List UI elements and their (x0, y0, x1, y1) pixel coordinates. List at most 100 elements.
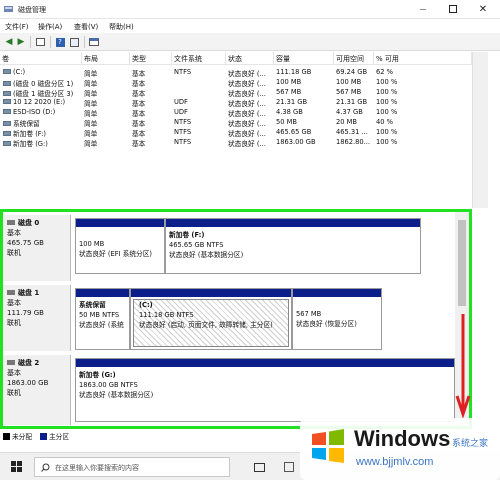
partition-c[interactable]: (C:) 111.18 GB NTFS 状态良好 (启动, 页面文件, 故障转储, … (130, 288, 292, 350)
partition-system-reserved[interactable]: 系统保留 50 MB NTFS 状态良好 (系统 (75, 288, 130, 350)
partition-recovery[interactable]: 567 MB 状态良好 (恢复分区) (292, 288, 382, 350)
disk-icon (7, 220, 15, 225)
table-row[interactable]: (C:) 简单 基本 NTFS 状态良好 (... 111.18 GB 69.2… (0, 67, 472, 78)
disk-status: 联机 (7, 389, 21, 397)
partition-g[interactable]: 新加卷 (G:) 1863.00 GB NTFS 状态良好 (基本数据分区) (75, 358, 455, 422)
disk-icon (7, 360, 15, 365)
column-header-layout[interactable]: 布局 (82, 52, 130, 65)
help-icon: ? (55, 37, 65, 47)
table-row[interactable]: 系统保留 简单 基本 NTFS 状态良好 (... 50 MB 20 MB 40… (0, 117, 472, 128)
disk-0-header[interactable]: 磁盘 0 基本 465.75 GB 联机 (3, 215, 71, 281)
column-header-capacity[interactable]: 容量 (274, 52, 334, 65)
cell-free-space: 100 MB (336, 78, 362, 86)
cell-percent-free: 40 % (376, 118, 393, 126)
start-button[interactable] (8, 458, 26, 476)
toolbar-divider (30, 36, 31, 48)
properties-icon (69, 37, 79, 47)
partition-size: 50 MB NTFS (79, 311, 120, 319)
table-row[interactable]: ESD-ISO (D:) 简单 基本 UDF 状态良好 (... 4.38 GB… (0, 107, 472, 118)
properties-button[interactable] (68, 36, 80, 48)
column-header-filesystem[interactable]: 文件系统 (172, 52, 226, 65)
partition-status: 状态良好 (启动, 页面文件, 故障转储, 主分区) (139, 321, 273, 329)
cell-percent-free: 100 % (376, 128, 398, 136)
drive-icon (3, 121, 11, 126)
drive-icon (3, 141, 11, 146)
partition-size: 465.65 GB NTFS (169, 241, 224, 249)
disk-graphical-view: 磁盘 0 基本 465.75 GB 联机 100 MB 状态良好 (EFI 系统分… (0, 209, 472, 429)
cell-percent-free: 100 % (376, 78, 398, 86)
partition-bar (76, 219, 164, 227)
task-view-icon (253, 462, 265, 472)
maximize-button[interactable] (438, 0, 468, 18)
menu-view[interactable]: 查看(V) (74, 22, 98, 32)
disk-type: 基本 (7, 229, 21, 237)
menu-file[interactable]: 文件(F) (5, 22, 29, 32)
column-header-status[interactable]: 状态 (226, 52, 274, 65)
cell-status: 状态良好 (... (228, 140, 266, 148)
back-button[interactable]: ◀ (3, 36, 15, 48)
partition-title: 新加卷 (G:) (79, 371, 116, 379)
partition-bar (76, 359, 454, 367)
table-row[interactable]: (磁盘 1 磁盘分区 3) 简单 基本 状态良好 (... 567 MB 567… (0, 87, 472, 98)
cell-free-space: 69.24 GB (336, 68, 368, 76)
table-row[interactable]: 新加卷 (G:) 简单 基本 NTFS 状态良好 (... 1863.00 GB… (0, 137, 472, 148)
menu-action[interactable]: 操作(A) (38, 22, 62, 32)
view-button[interactable] (88, 36, 100, 48)
watermark-suffix: 系统之家 (452, 439, 489, 449)
console-tree-button[interactable] (34, 36, 46, 48)
disk-icon (7, 290, 15, 295)
scrollbar-thumb[interactable] (458, 220, 466, 306)
cell-filesystem: UDF (174, 108, 188, 116)
cell-capacity: 21.31 GB (276, 98, 308, 106)
cell-capacity: 100 MB (276, 78, 302, 86)
disk-1-header[interactable]: 磁盘 1 基本 111.79 GB 联机 (3, 285, 71, 351)
taskbar-search-box[interactable]: 在这里输入你要搜索的内容 (34, 457, 230, 477)
windows-flag-logo-icon (312, 429, 344, 463)
cell-capacity: 465.65 GB (276, 128, 312, 136)
cell-filesystem: NTFS (174, 138, 192, 146)
partition-status: 状态良好 (EFI 系统分区) (79, 250, 153, 258)
watermark-brand: Windows (354, 426, 451, 451)
table-row[interactable]: 新加卷 (F:) 简单 基本 NTFS 状态良好 (... 465.65 GB … (0, 127, 472, 138)
cell-free-space: 1862.80... (336, 138, 371, 146)
drive-icon (3, 99, 11, 104)
menu-help[interactable]: 帮助(H) (109, 22, 134, 32)
help-button[interactable]: ? (54, 36, 66, 48)
volume-list-scrollbar[interactable] (472, 52, 488, 208)
forward-arrow-icon: ▶ (17, 37, 25, 47)
table-row[interactable]: (磁盘 0 磁盘分区 1) 简单 基本 状态良好 (... 100 MB 100… (0, 77, 472, 88)
scroll-down-annotation-arrow (455, 314, 471, 419)
back-arrow-icon: ◀ (5, 37, 13, 47)
watermark-url: www.bjjmlv.com (356, 456, 434, 468)
cell-volume: (C:) (13, 68, 26, 76)
task-view-button[interactable] (250, 458, 268, 476)
disk-2-header[interactable]: 磁盘 2 基本 1863.00 GB 联机 (3, 355, 71, 425)
cell-volume: 新加卷 (G:) (13, 140, 48, 148)
forward-button[interactable]: ▶ (15, 36, 27, 48)
watermark: Windows 系统之家 www.bjjmlv.com (300, 418, 500, 480)
partition-f[interactable]: 新加卷 (F:) 465.65 GB NTFS 状态良好 (基本数据分区) (165, 218, 421, 274)
column-header-free-space[interactable]: 可用空间 (334, 52, 374, 65)
close-button[interactable]: ✕ (468, 0, 498, 18)
disk-type: 基本 (7, 369, 21, 377)
column-header-volume[interactable]: 卷 (0, 52, 82, 65)
partition-efi[interactable]: 100 MB 状态良好 (EFI 系统分区) (75, 218, 165, 274)
column-header-type[interactable]: 类型 (130, 52, 172, 65)
minimize-button[interactable]: — (408, 0, 438, 18)
unallocated-swatch (3, 433, 10, 440)
table-row[interactable]: 10 12 2020 (E:) 简单 基本 UDF 状态良好 (... 21.3… (0, 97, 472, 108)
cell-free-space: 21.31 GB (336, 98, 368, 106)
partition-size: 567 MB (296, 310, 322, 318)
taskbar-app-button[interactable] (280, 458, 298, 476)
partition-status: 状态良好 (恢复分区) (296, 320, 357, 328)
partition-title: 新加卷 (F:) (169, 231, 205, 239)
drive-icon (3, 91, 11, 96)
cell-percent-free: 100 % (376, 138, 398, 146)
column-header-percent-free[interactable]: % 可用 (374, 52, 472, 65)
disk-status: 联机 (7, 319, 21, 327)
cell-volume: 10 12 2020 (E:) (13, 98, 66, 106)
partition-status: 状态良好 (基本数据分区) (169, 251, 244, 259)
cell-filesystem: UDF (174, 98, 188, 106)
disk-size: 465.75 GB (7, 239, 44, 247)
partition-size: 100 MB (79, 240, 105, 248)
